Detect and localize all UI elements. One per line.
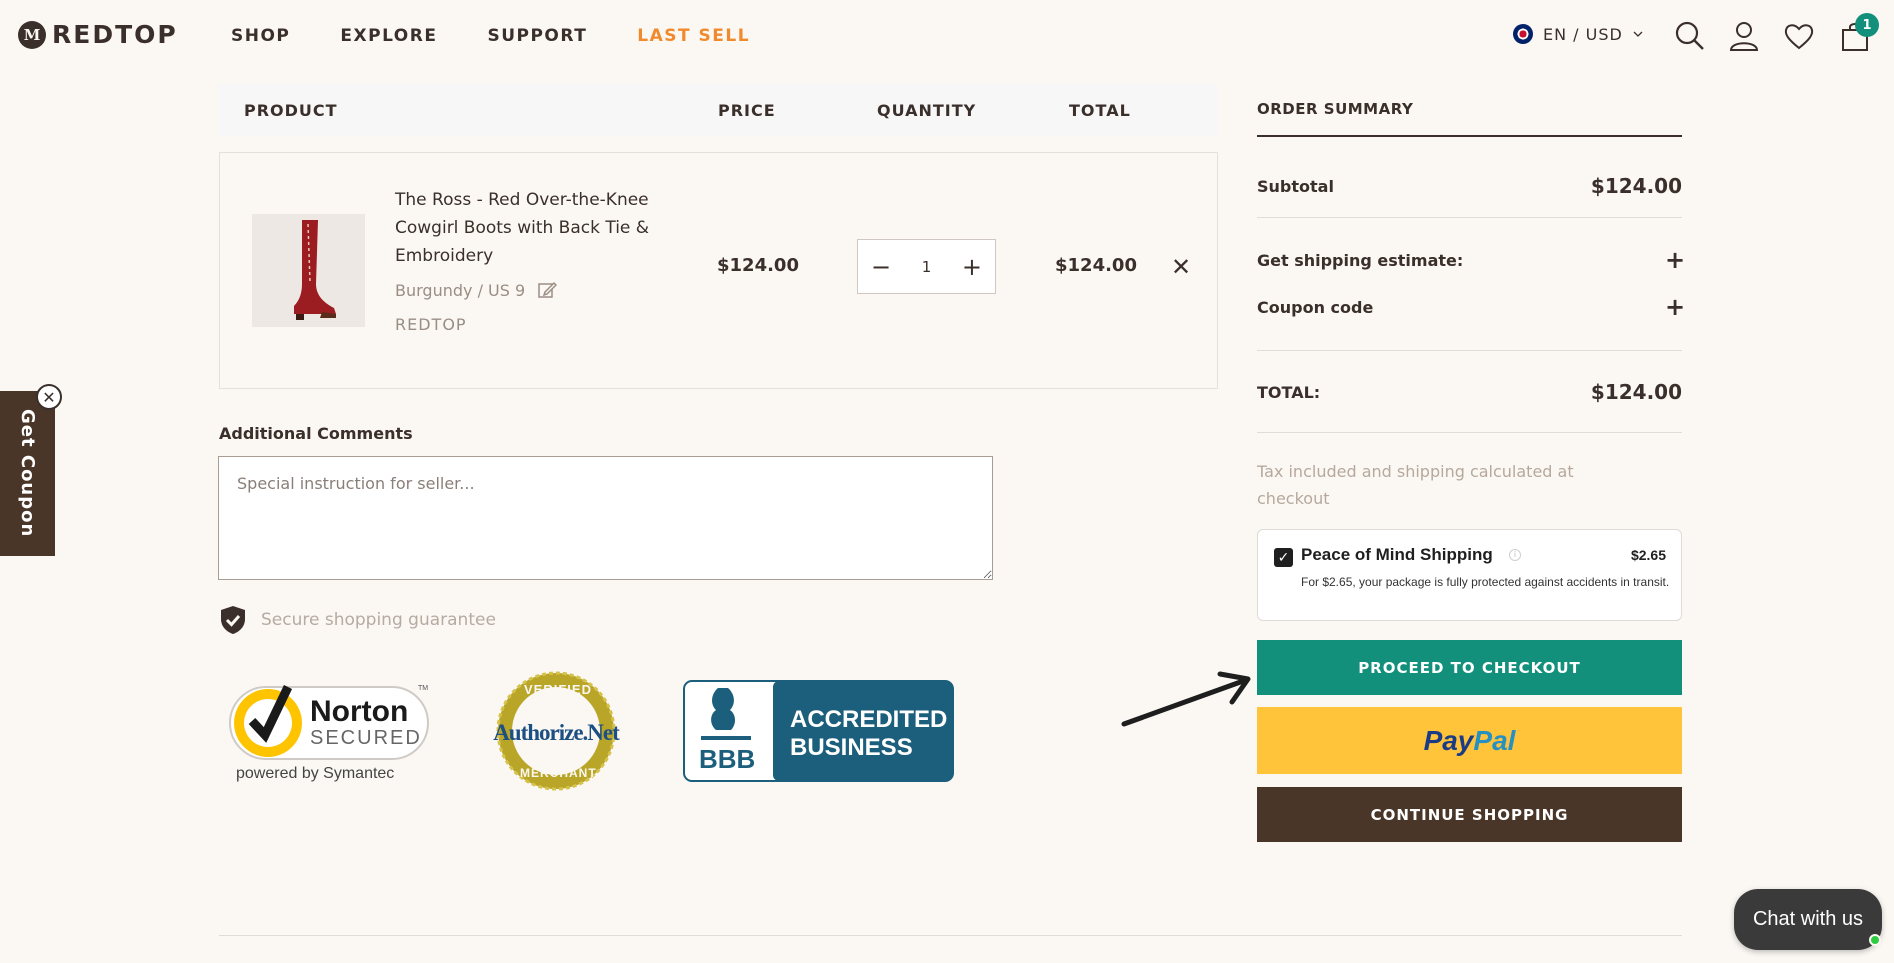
- col-price: PRICE: [718, 101, 776, 120]
- paypal-button[interactable]: PayPal: [1257, 707, 1682, 774]
- footer-divider: [219, 935, 1682, 936]
- nav-explore[interactable]: EXPLORE: [340, 26, 437, 46]
- item-total: $124.00: [1055, 255, 1137, 276]
- info-icon[interactable]: i: [1509, 549, 1521, 561]
- bbb-line1: ACCREDITED: [790, 706, 948, 733]
- col-quantity: QUANTITY: [877, 101, 977, 120]
- wishlist-heart-icon[interactable]: [1783, 20, 1815, 52]
- quantity-increase-button[interactable]: +: [959, 252, 985, 282]
- secure-text: Secure shopping guarantee: [261, 610, 496, 630]
- authorize-arc-bottom: MERCHANT: [520, 766, 597, 780]
- norton-secured-badge: Norton TM SECURED powered by Symantec: [226, 673, 432, 785]
- bbb-mark: BBB: [699, 744, 756, 774]
- chat-with-us-button[interactable]: Chat with us: [1734, 889, 1882, 950]
- quantity-value[interactable]: 1: [922, 258, 932, 276]
- paypal-logo-pal: Pal: [1473, 724, 1516, 756]
- authorize-arc-top: VERIFIED: [524, 682, 592, 697]
- continue-shopping-button[interactable]: CONTINUE SHOPPING: [1257, 787, 1682, 842]
- variant-text: Burgundy / US 9: [395, 280, 526, 300]
- get-coupon-label: Get Coupon: [17, 409, 38, 538]
- comments-textarea[interactable]: [218, 456, 993, 580]
- summary-divider: [1257, 217, 1682, 218]
- main-nav: SHOP EXPLORE SUPPORT LAST SELL: [231, 26, 800, 46]
- logo-text: REDTOP: [52, 20, 178, 49]
- flag-uk-icon: [1513, 24, 1533, 44]
- bbb-accredited-badge: BBB ACCREDITED BUSINESS: [683, 680, 954, 782]
- shipping-estimate-label[interactable]: Get shipping estimate:: [1257, 251, 1463, 270]
- item-price: $124.00: [717, 255, 799, 276]
- locale-label: EN / USD: [1543, 24, 1623, 44]
- authorize-net-badge: VERIFIED Authorize.Net MERCHANT: [480, 670, 632, 792]
- coupon-close-icon[interactable]: ✕: [36, 384, 62, 410]
- bbb-line2: BUSINESS: [790, 734, 913, 761]
- nav-shop[interactable]: SHOP: [231, 26, 290, 46]
- nav-last-sell[interactable]: LAST SELL: [637, 26, 750, 46]
- site-header: M REDTOP SHOP EXPLORE SUPPORT LAST SELL …: [0, 0, 1894, 72]
- account-icon[interactable]: [1728, 20, 1760, 52]
- search-icon[interactable]: [1674, 20, 1706, 52]
- total-value: $124.00: [1590, 380, 1682, 404]
- col-product: PRODUCT: [244, 101, 338, 120]
- summary-divider: [1257, 432, 1682, 433]
- pom-price: $2.65: [1630, 547, 1666, 563]
- norton-title: Norton: [310, 695, 409, 728]
- remove-item-close-icon[interactable]: ✕: [1171, 253, 1191, 281]
- cart-item-row: The Ross - Red Over-the-Knee Cowgirl Boo…: [219, 152, 1218, 389]
- pom-title: Peace of Mind Shipping: [1301, 545, 1493, 564]
- authorize-center: Authorize.Net: [493, 720, 620, 745]
- chevron-down-icon: [1633, 31, 1643, 37]
- norton-powered: powered by Symantec: [236, 765, 395, 782]
- norton-secured: SECURED: [310, 727, 422, 749]
- product-thumbnail[interactable]: [252, 214, 365, 327]
- comments-label: Additional Comments: [219, 424, 413, 443]
- tax-note: Tax included and shipping calculated at …: [1257, 462, 1574, 508]
- quantity-decrease-button[interactable]: −: [868, 252, 894, 282]
- nav-support[interactable]: SUPPORT: [487, 26, 587, 46]
- quantity-stepper: − 1 +: [857, 239, 996, 294]
- coupon-code-label[interactable]: Coupon code: [1257, 298, 1373, 317]
- brand-logo[interactable]: M REDTOP: [18, 20, 178, 49]
- summary-divider: [1257, 350, 1682, 351]
- product-vendor: REDTOP: [395, 315, 467, 334]
- product-name[interactable]: The Ross - Red Over-the-Knee Cowgirl Boo…: [395, 186, 665, 270]
- secure-guarantee: Secure shopping guarantee: [219, 605, 496, 635]
- product-variant: Burgundy / US 9: [395, 280, 558, 300]
- peace-of-mind-shipping-widget: ✓ Peace of Mind Shipping i $2.65 For $2.…: [1257, 529, 1682, 621]
- online-status-dot: [1869, 934, 1881, 946]
- subtotal-value: $124.00: [1590, 174, 1682, 198]
- norton-tm: TM: [418, 685, 429, 692]
- paypal-logo-pay: Pay: [1423, 724, 1474, 756]
- cart-table-header: PRODUCT PRICE QUANTITY TOTAL: [219, 84, 1218, 136]
- pom-description: For $2.65, your package is fully protect…: [1301, 575, 1670, 589]
- boot-image: [294, 220, 336, 320]
- logo-mark-icon: M: [18, 20, 46, 49]
- coupon-expand-plus-icon[interactable]: +: [1665, 293, 1685, 321]
- shipping-expand-plus-icon[interactable]: +: [1665, 246, 1685, 274]
- order-summary-title: ORDER SUMMARY: [1257, 100, 1414, 118]
- get-coupon-tab[interactable]: Get Coupon: [0, 391, 55, 556]
- edit-icon[interactable]: [537, 280, 558, 300]
- subtotal-label: Subtotal: [1257, 177, 1334, 196]
- summary-divider: [1257, 135, 1682, 137]
- pointer-arrow-icon: [1121, 671, 1251, 727]
- shield-check-icon: [221, 606, 245, 634]
- total-label: TOTAL:: [1257, 383, 1321, 402]
- pom-checkbox[interactable]: ✓: [1274, 548, 1293, 567]
- col-total: TOTAL: [1069, 101, 1131, 120]
- proceed-to-checkout-button[interactable]: PROCEED TO CHECKOUT: [1257, 640, 1682, 695]
- cart-count-badge: 1: [1855, 13, 1879, 37]
- locale-selector[interactable]: EN / USD: [1513, 24, 1643, 44]
